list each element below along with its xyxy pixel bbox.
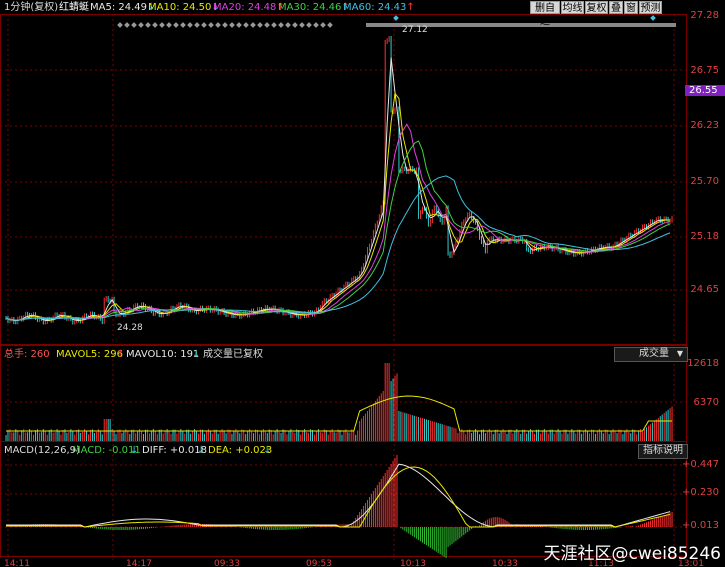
ma5-label: MA5: 24.49↓ [90,2,155,14]
event-marker [208,22,214,28]
event-marker [250,22,256,28]
remove-watchlist-button[interactable]: 删自选 [530,1,560,27]
event-marker [271,22,277,28]
time-axis-label: 10:33 [492,559,518,567]
ma30-value: MA30: 24.46 [278,2,342,13]
dea-arrow-icon: ↓ [263,445,272,456]
event-marker [131,22,137,28]
price-axis-label: 26.75 [690,65,719,76]
event-marker [243,22,249,28]
watermark: 天涯社区@cwei85246 [543,544,721,564]
price-axis-label: 25.18 [690,231,719,242]
event-marker [285,22,291,28]
event-marker [278,22,284,28]
event-marker [166,22,172,28]
mavol10-label: MAVOL10: 191 [126,349,200,360]
event-marker [194,22,200,28]
macd-axis-label: +0.013 [681,520,719,531]
ma60-label: MA60: 24.43↑ [343,2,415,14]
ma30-label: MA30: 24.46↑ [278,2,350,14]
ma20-label: MA20: 24.48↑ [213,2,285,14]
event-marker [299,22,305,28]
event-marker [215,22,221,28]
overlay-button[interactable]: 叠 [609,1,623,14]
event-marker [201,22,207,28]
price-axis-label: 26.23 [690,120,719,131]
macd-title: MACD(12,26,9) [4,445,80,456]
event-marker [138,22,144,28]
ma-line [5,92,671,321]
chart-canvas[interactable]: 14:11 14:17 09:33 09:53 10:13 10:33 11:13 13:01… [0,0,725,567]
time-axis-label: 14:11 [4,559,30,567]
indicator-help-button[interactable]: 指标说明 [638,444,688,459]
period-label: 1分钟(复权) [4,2,59,13]
event-marker [236,22,242,28]
ma20-value: MA20: 24.48 [213,2,277,13]
diff-arrow-icon: ↓ [197,445,206,456]
time-axis-label: 09:33 [214,559,240,567]
chevron-down-icon: ▼ [676,349,683,358]
event-marker [145,22,151,28]
current-price-marker: 26.55 [685,85,725,96]
event-marker [173,22,179,28]
time-axis-label: 09:53 [306,559,332,567]
indicator-dropdown-value: 成交量 [639,348,669,359]
mavol5-label: MAVOL5: 296 [56,349,123,360]
mavol5-arrow-icon: ↑ [116,349,125,360]
window-button[interactable]: 窗 [624,1,638,14]
event-marker [222,22,228,28]
ma-settings-button[interactable]: 均线 [561,1,584,14]
event-marker [257,22,263,28]
event-marker [306,22,312,28]
ma60-arrow-icon: ↑ [406,2,415,13]
volume-axis-label: 6370 [693,397,719,408]
volume-total-label: 总手: 260 [4,349,50,360]
stock-name: 红蜻蜓 [59,2,89,13]
event-marker [327,22,333,28]
event-marker [229,22,235,28]
price-panel-frame [0,14,687,345]
volume-adjust-note: 成交量已复权 [203,349,263,360]
ma10-value: MA10: 24.50 [148,2,212,13]
forecast-button[interactable]: 预测 [639,1,662,14]
macd-axis-label: +0.447 [681,459,719,470]
ma-line [5,57,671,322]
event-marker [180,22,186,28]
event-marker [320,22,326,28]
time-axis-label: 10:13 [400,559,426,567]
adjust-button[interactable]: 复权 [585,1,608,14]
event-marker [313,22,319,28]
event-marker [292,22,298,28]
ma60-value: MA60: 24.43 [343,2,407,13]
event-marker [159,22,165,28]
time-axis-label: 14:17 [126,559,152,567]
ma10-label: MA10: 24.50↓ [148,2,220,14]
mavol10-arrow-icon: ↓ [192,349,201,360]
dea-line [6,466,671,528]
price-axis-label: 24.65 [690,284,719,295]
low-price-marker: 24.28 [117,323,143,333]
high-price-marker: 27.12 [402,25,428,35]
macd-axis-label: +0.230 [681,487,719,498]
ma5-value: MA5: 24.49 [90,2,148,13]
event-marker [650,15,656,21]
price-axis-label: 27.28 [690,10,719,21]
event-marker [187,22,193,28]
macd-arrow-icon: ↓ [130,445,139,456]
stock-chart-window: 14:11 14:17 09:33 09:53 10:13 10:33 11:13 13:01… [0,0,725,567]
event-marker [124,22,130,28]
diff-line [6,463,671,528]
event-marker [117,22,123,28]
volume-axis-label: 12618 [687,358,719,369]
event-marker [152,22,158,28]
ma-line [5,175,671,321]
event-marker [264,22,270,28]
indicator-dropdown[interactable]: 成交量 ▼ [614,347,688,362]
price-axis-label: 25.70 [690,176,719,187]
